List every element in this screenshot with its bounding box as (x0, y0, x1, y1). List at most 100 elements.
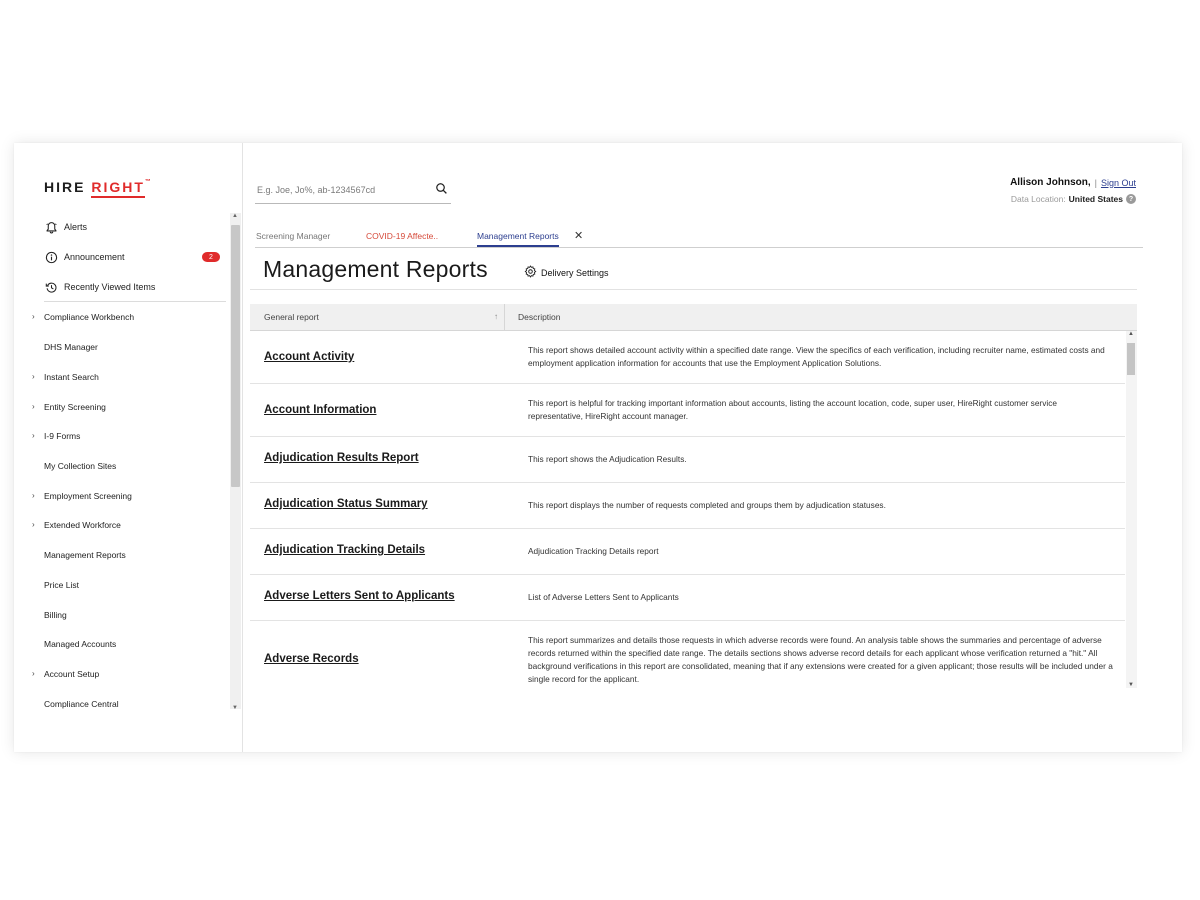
sidebar-divider (44, 301, 226, 302)
sidebar-item-label: Employment Screening (44, 491, 132, 501)
column-header-general-report[interactable]: General report (264, 304, 319, 330)
sidebar-item-label: Entity Screening (44, 402, 106, 412)
sidebar-item-my-collection-sites[interactable]: My Collection Sites (44, 459, 116, 473)
sidebar-item-announcement[interactable]: Announcement (44, 247, 125, 267)
sidebar-item-recently-viewed[interactable]: Recently Viewed Items (44, 277, 155, 297)
page-title: Management Reports (263, 256, 488, 282)
chevron-right-icon: › (32, 402, 35, 411)
table-scrollbar-thumb[interactable] (1127, 343, 1135, 375)
history-icon (44, 280, 58, 294)
table-scrollbar[interactable]: ▲ ▼ (1126, 331, 1137, 688)
sidebar-item-entity-screening[interactable]: › Entity Screening (32, 400, 106, 414)
table-row: Adjudication Results Report This report … (250, 437, 1125, 483)
table-row: Adjudication Status Summary This report … (250, 483, 1125, 529)
sidebar-item-label: Announcement (64, 252, 125, 262)
sidebar-item-label: Account Setup (44, 669, 100, 679)
report-link[interactable]: Adjudication Tracking Details (264, 544, 425, 556)
sidebar-item-i9-forms[interactable]: › I-9 Forms (32, 429, 81, 443)
logo-text-hire: HIRE (44, 179, 86, 195)
sidebar-item-management-reports[interactable]: Management Reports (44, 548, 126, 562)
tab-bar: Screening Manager COVID-19 Affecte.. Man… (255, 229, 1143, 248)
table-row: Account Information This report is helpf… (250, 384, 1125, 437)
sort-ascending-icon[interactable]: ↑ (494, 304, 498, 330)
scroll-up-arrow-icon[interactable]: ▲ (1128, 331, 1134, 337)
app-window: HIRE RIGHT™ Alerts Announcement 2 Recent… (14, 143, 1182, 752)
report-link[interactable]: Account Information (264, 404, 376, 416)
sidebar-item-dhs-manager[interactable]: DHS Manager (44, 340, 98, 354)
table-row: Adverse Letters Sent to Applicants List … (250, 575, 1125, 621)
report-link[interactable]: Account Activity (264, 351, 354, 363)
chevron-right-icon: › (32, 491, 35, 500)
scroll-down-arrow-icon[interactable]: ▼ (232, 705, 238, 711)
sidebar-item-label: Compliance Workbench (44, 312, 135, 322)
chevron-right-icon: › (32, 372, 35, 381)
table-row: Adjudication Tracking Details Adjudicati… (250, 529, 1125, 575)
hireright-logo[interactable]: HIRE RIGHT™ (44, 179, 151, 198)
sidebar-item-label: Price List (44, 580, 79, 590)
table-row: Account Activity This report shows detai… (250, 331, 1125, 384)
column-header-description: Description (518, 312, 561, 322)
sidebar-item-label: Management Reports (44, 550, 126, 560)
sidebar-scrollbar-thumb[interactable] (231, 225, 240, 487)
data-location-value: United States (1068, 194, 1123, 204)
sidebar-item-price-list[interactable]: Price List (44, 578, 79, 592)
tab-management-reports[interactable]: Management Reports (477, 231, 559, 247)
sidebar-item-instant-search[interactable]: › Instant Search (32, 370, 99, 384)
chevron-right-icon: › (32, 312, 35, 321)
tab-screening-manager[interactable]: Screening Manager (256, 231, 330, 245)
sidebar-item-label: My Collection Sites (44, 461, 117, 471)
sidebar-item-label: Billing (44, 610, 67, 620)
search-input[interactable] (255, 181, 429, 199)
sidebar-item-account-setup[interactable]: › Account Setup (32, 667, 100, 681)
sidebar-scrollbar[interactable]: ▲ ▼ (230, 213, 241, 711)
chevron-right-icon: › (32, 431, 35, 440)
user-info: Allison Johnson, | Sign Out Data Locatio… (1010, 177, 1136, 204)
reports-table-body: Account Activity This report shows detai… (250, 331, 1137, 688)
sidebar-item-compliance-central[interactable]: Compliance Central (44, 697, 119, 711)
table-row: Adverse Records This report summarizes a… (250, 621, 1125, 688)
report-link[interactable]: Adjudication Status Summary (264, 498, 428, 510)
sidebar-item-managed-accounts[interactable]: Managed Accounts (44, 637, 116, 651)
sidebar-item-label: I-9 Forms (44, 431, 81, 441)
sidebar-item-label: Managed Accounts (44, 639, 117, 649)
sidebar-item-label: Compliance Central (44, 699, 119, 709)
info-icon (44, 250, 58, 264)
close-icon[interactable]: ✕ (574, 229, 583, 242)
logo-mark: ™ (144, 179, 151, 185)
sidebar-item-billing[interactable]: Billing (44, 608, 67, 622)
report-link[interactable]: Adjudication Results Report (264, 452, 419, 464)
report-link[interactable]: Adverse Records (264, 653, 359, 665)
scroll-down-arrow-icon[interactable]: ▼ (1128, 682, 1134, 688)
global-search (255, 177, 451, 204)
announcement-count-badge: 2 (202, 252, 220, 262)
sidebar-item-compliance-workbench[interactable]: › Compliance Workbench (32, 310, 135, 324)
sidebar-item-employment-screening[interactable]: › Employment Screening (32, 489, 132, 503)
sidebar-item-alerts[interactable]: Alerts (44, 217, 87, 237)
report-description: This report is helpful for tracking impo… (528, 398, 1057, 421)
data-location-label: Data Location: (1010, 194, 1066, 204)
help-icon[interactable]: ? (1126, 194, 1136, 204)
search-icon[interactable] (435, 182, 449, 196)
sidebar-item-label: Recently Viewed Items (64, 282, 156, 292)
user-name: Allison Johnson, (1010, 177, 1091, 188)
report-description: Adjudication Tracking Details report (528, 546, 659, 556)
logo-text-right: RIGHT (91, 179, 145, 198)
title-divider (250, 289, 1137, 290)
sidebar-item-label: Alerts (64, 222, 88, 232)
sidebar: HIRE RIGHT™ Alerts Announcement 2 Recent… (14, 143, 243, 752)
tab-covid-19[interactable]: COVID-19 Affecte.. (366, 231, 438, 245)
report-link[interactable]: Adverse Letters Sent to Applicants (264, 590, 455, 602)
sidebar-item-label: DHS Manager (44, 342, 98, 352)
report-description: This report shows detailed account activ… (528, 345, 1105, 368)
chevron-right-icon: › (32, 520, 35, 529)
sidebar-item-extended-workforce[interactable]: › Extended Workforce (32, 518, 121, 532)
delivery-settings-label: Delivery Settings (541, 267, 609, 278)
chevron-right-icon: › (32, 669, 35, 678)
sidebar-item-label: Extended Workforce (44, 520, 121, 530)
delivery-settings-button[interactable]: Delivery Settings (524, 265, 609, 280)
report-description: This report displays the number of reque… (528, 500, 886, 510)
sidebar-item-label: Instant Search (44, 372, 99, 382)
sign-out-link[interactable]: Sign Out (1101, 178, 1136, 188)
gear-icon (524, 265, 537, 280)
scroll-up-arrow-icon[interactable]: ▲ (232, 213, 238, 219)
